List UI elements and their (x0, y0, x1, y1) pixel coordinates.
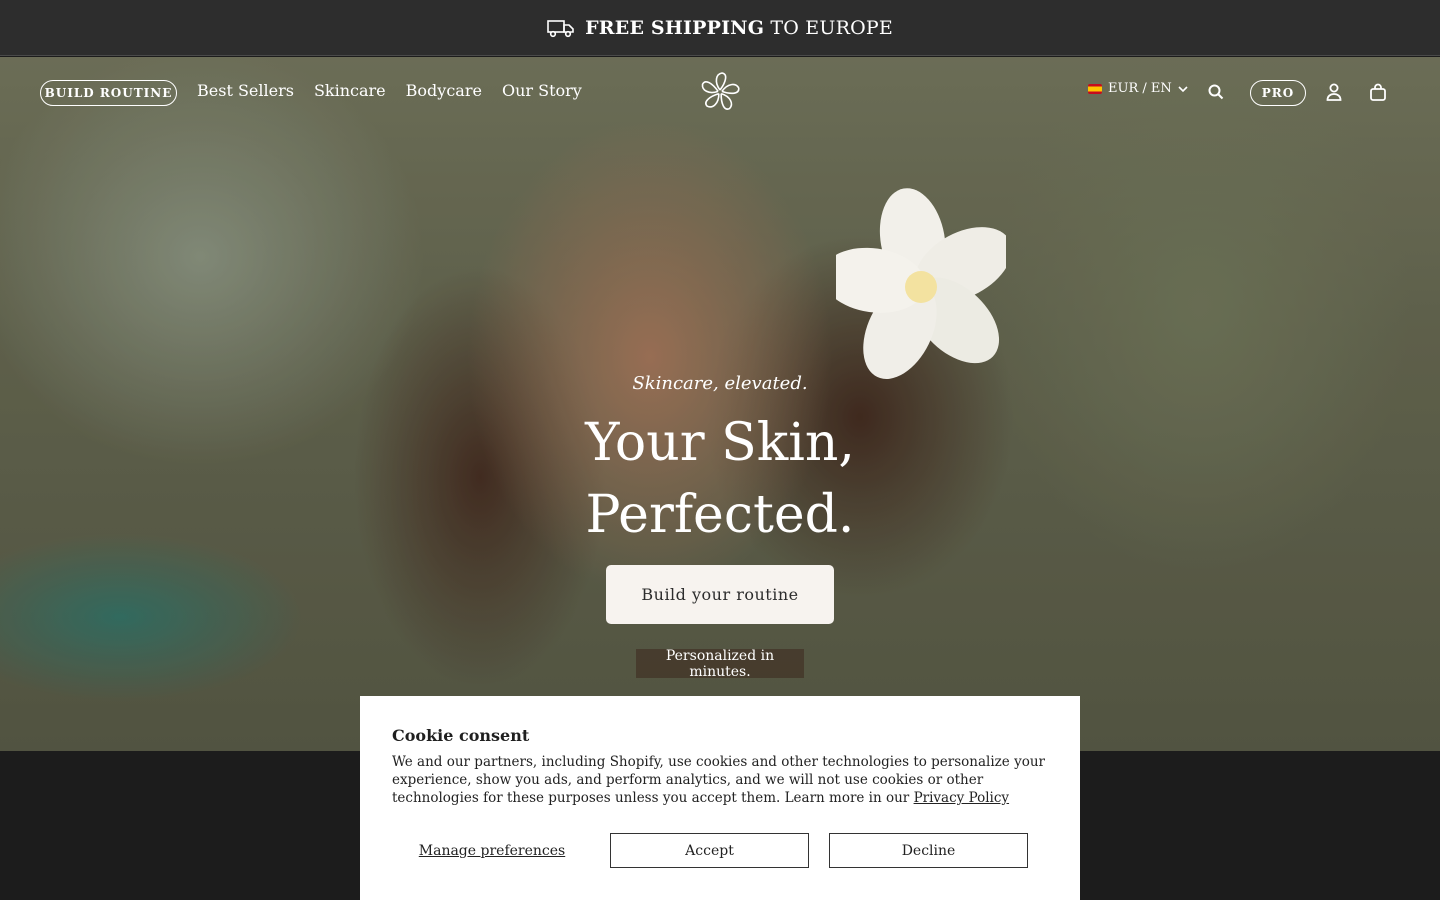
announcement-text: FREE SHIPPING TO EUROPE (585, 16, 893, 39)
decline-cookies-button[interactable]: Decline (829, 833, 1028, 868)
announcement-bar: FREE SHIPPING TO EUROPE (0, 0, 1440, 56)
cookie-title: Cookie consent (392, 726, 530, 745)
privacy-policy-link[interactable]: Privacy Policy (914, 790, 1010, 806)
hero-tagline: Skincare, elevated. (632, 373, 808, 394)
build-your-routine-button[interactable]: Build your routine (606, 565, 834, 624)
cookie-body: We and our partners, including Shopify, … (392, 754, 1045, 806)
accept-cookies-button[interactable]: Accept (610, 833, 809, 868)
cookie-actions: Manage preferences Accept Decline (392, 833, 1048, 868)
truck-icon (547, 19, 574, 37)
cookie-consent-dialog: Cookie consent We and our partners, incl… (360, 696, 1080, 900)
manage-preferences-link[interactable]: Manage preferences (392, 843, 592, 859)
hero-headline: Your Skin, Perfected. (585, 413, 855, 545)
hero-content: Skincare, elevated. Your Skin, Perfected… (0, 57, 1440, 751)
hero-subtext: Personalized in minutes. (636, 648, 804, 680)
